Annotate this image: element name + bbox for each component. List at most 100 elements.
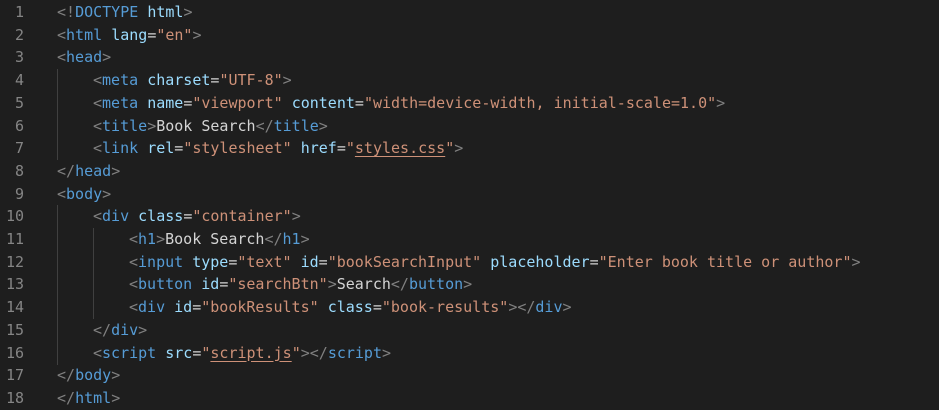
punctuation-token: </: [57, 161, 76, 180]
attribute-token: id: [201, 275, 220, 294]
string-token: "container": [192, 207, 292, 226]
text-token: =: [183, 207, 193, 226]
line-number: 9: [14, 184, 24, 203]
line-number: 2: [14, 25, 24, 44]
line-number: 13: [5, 275, 24, 294]
indent-guide: [57, 296, 58, 320]
code-line[interactable]: 10 <div class="container">: [0, 205, 939, 229]
line-number: 16: [5, 343, 24, 362]
string-token: "bookSearchInput": [327, 252, 482, 271]
punctuation-token: <: [93, 207, 103, 226]
code-line[interactable]: 15 </div>: [0, 318, 939, 342]
attribute-token: src: [165, 343, 193, 362]
indent-guide: [57, 228, 58, 251]
code-line[interactable]: 3 <head>: [0, 46, 939, 69]
line-number: 8: [14, 161, 24, 180]
punctuation-token: </: [264, 230, 283, 248]
punctuation-token: >: [300, 230, 310, 248]
tag-token: h1: [282, 230, 301, 248]
punctuation-token: <: [93, 93, 103, 112]
tag-token: title: [102, 116, 148, 135]
code-text: <meta name="viewport" content="width=dev…: [93, 92, 725, 115]
line-number: 15: [5, 320, 24, 339]
code-line[interactable]: 11 <h1>Book Search</h1>: [0, 228, 939, 251]
line-number: 4: [14, 71, 24, 90]
punctuation-token: <: [57, 184, 67, 203]
line-number: 11: [5, 230, 24, 248]
tag-token: input: [138, 252, 184, 271]
punctuation-token: >: [111, 161, 121, 180]
text-token: Search: [336, 275, 391, 294]
punctuation-token: >: [102, 48, 112, 67]
code-text: </body>: [57, 364, 120, 387]
punctuation-token: >: [318, 116, 328, 135]
text-token: =: [192, 298, 202, 317]
tag-token: div: [138, 298, 166, 317]
punctuation-token: >: [562, 298, 572, 317]
tag-token: head: [66, 48, 103, 67]
attribute-token: class: [138, 207, 184, 226]
punctuation-token: </: [57, 388, 76, 407]
tag-token: meta: [102, 93, 139, 112]
code-line[interactable]: 8 </head>: [0, 160, 939, 183]
string-token: ": [345, 139, 355, 158]
tag-token: DOCTYPE: [75, 3, 139, 21]
attribute-token: html: [147, 3, 184, 21]
code-editor[interactable]: 1 <!DOCTYPE html> 2 <html lang="en"> 3 <head>…: [0, 0, 939, 410]
punctuation-token: </: [57, 366, 76, 385]
code-line[interactable]: 2 <html lang="en">: [0, 24, 939, 47]
link-token[interactable]: styles.css: [355, 139, 445, 157]
code-line[interactable]: 12 <input type="text" id="bookSearchInput…: [0, 250, 939, 274]
code-line[interactable]: 9 <body>: [0, 183, 939, 206]
line-number: 1: [14, 3, 24, 21]
punctuation-token: <: [57, 25, 67, 44]
code-text: <div id="bookResults" class="book-result…: [129, 296, 572, 319]
tag-token: head: [75, 161, 112, 180]
code-line[interactable]: 7 <link rel="stylesheet" href="styles.css…: [0, 137, 939, 161]
text-token: =: [354, 93, 364, 112]
string-token: "en": [156, 25, 193, 44]
code-text: <input type="text" id="bookSearchInput" …: [129, 251, 861, 274]
punctuation-token: >: [111, 388, 121, 407]
tag-token: meta: [102, 71, 139, 90]
string-token: ": [445, 139, 455, 158]
tag-token: html: [66, 25, 103, 44]
punctuation-token: <: [93, 71, 103, 90]
indent-guide: [93, 296, 94, 320]
line-number: 18: [5, 388, 24, 407]
code-text: <head>: [57, 46, 111, 69]
code-line[interactable]: 1 <!DOCTYPE html>: [0, 1, 939, 24]
string-token: "width=device-width, initial-scale=1.0": [363, 93, 717, 112]
code-line[interactable]: 14 <div id="bookResults" class="book-resu…: [0, 296, 939, 320]
line-number: 5: [14, 93, 24, 112]
attribute-token: content: [291, 93, 355, 112]
text-token: Book Search: [165, 230, 265, 248]
code-text: </div>: [93, 319, 147, 342]
string-token: "UTF-8": [219, 71, 283, 90]
string-token: "viewport": [192, 93, 283, 112]
code-text: </html>: [57, 387, 120, 410]
code-text: <h1>Book Search</h1>: [129, 228, 310, 251]
punctuation-token: </: [390, 275, 409, 294]
punctuation-token: >: [156, 230, 166, 248]
code-line[interactable]: 13 <button id="searchBtn">Search</button>: [0, 273, 939, 297]
code-line[interactable]: 6 <title>Book Search</title>: [0, 114, 939, 138]
string-token: "stylesheet": [183, 139, 292, 158]
code-line[interactable]: 16 <script src="script.js"></script>: [0, 341, 939, 365]
code-line[interactable]: 18 </html>: [0, 387, 939, 410]
attribute-token: lang: [111, 25, 148, 44]
link-token[interactable]: script.js: [210, 344, 291, 362]
code-line[interactable]: 17 </body>: [0, 364, 939, 387]
code-line[interactable]: 5 <meta name="viewport" content="width=de…: [0, 91, 939, 115]
punctuation-token: <: [129, 298, 139, 317]
code-line[interactable]: 4 <meta charset="UTF-8">: [0, 69, 939, 93]
punctuation-token: <: [129, 252, 139, 271]
punctuation-token: ></: [300, 343, 328, 362]
text-token: Book Search: [156, 116, 256, 135]
text-token: =: [336, 139, 346, 158]
